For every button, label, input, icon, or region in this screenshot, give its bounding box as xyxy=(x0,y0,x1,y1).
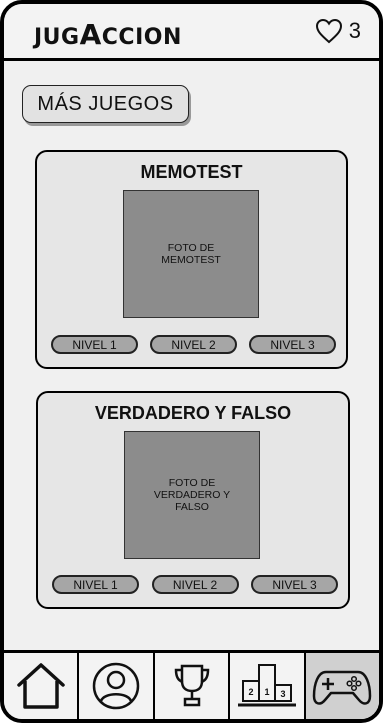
logo-text-big: A xyxy=(79,18,102,51)
game-card-verdadero-falso[interactable]: VERDADERO Y FALSO FOTO DE VERDADERO Y FA… xyxy=(36,391,350,609)
gamepad-icon xyxy=(313,670,372,705)
level-buttons: NIVEL 1 NIVEL 2 NIVEL 3 xyxy=(51,335,336,354)
game-photo-placeholder: FOTO DE MEMOTEST xyxy=(123,190,259,318)
podium-number-2: 2 xyxy=(248,687,253,697)
level-1-button[interactable]: NIVEL 1 xyxy=(51,335,138,354)
more-games-button[interactable]: MÁS JUEGOS xyxy=(22,85,189,123)
bottom-nav: 2 1 3 xyxy=(4,650,379,719)
game-photo-placeholder: FOTO DE VERDADERO Y FALSO xyxy=(124,431,260,559)
trophy-icon xyxy=(174,664,209,707)
podium-number-3: 3 xyxy=(280,689,285,699)
game-title: MEMOTEST xyxy=(140,162,243,182)
nav-trophy[interactable] xyxy=(155,653,231,719)
podium-icon: 2 1 3 xyxy=(237,664,296,707)
game-title: VERDADERO Y FALSO xyxy=(94,403,292,423)
phone-frame: JUGACCION 3 MÁS JUEGOS MEMOTEST FOTO DE … xyxy=(0,0,383,723)
level-1-button[interactable]: NIVEL 1 xyxy=(52,575,139,594)
logo-text-2: CCION xyxy=(101,25,182,50)
heart-icon xyxy=(315,18,342,44)
app-header: JUGACCION 3 xyxy=(4,4,379,61)
level-2-button[interactable]: NIVEL 2 xyxy=(150,335,237,354)
level-2-button[interactable]: NIVEL 2 xyxy=(151,575,239,594)
podium-number-1: 1 xyxy=(264,687,269,697)
lives-count: 3 xyxy=(348,18,361,43)
nav-home[interactable] xyxy=(4,653,80,719)
level-3-button[interactable]: NIVEL 3 xyxy=(249,335,336,354)
nav-ranking[interactable]: 2 1 3 xyxy=(230,653,306,719)
lives-indicator: 3 xyxy=(315,18,361,44)
profile-icon xyxy=(92,662,140,710)
home-icon xyxy=(16,663,65,709)
level-3-button[interactable]: NIVEL 3 xyxy=(251,575,338,594)
logo-text-1: JUG xyxy=(34,25,80,50)
game-card-memotest[interactable]: MEMOTEST FOTO DE MEMOTEST NIVEL 1 NIVEL … xyxy=(35,150,348,369)
level-buttons: NIVEL 1 NIVEL 2 NIVEL 3 xyxy=(52,575,338,594)
nav-games[interactable] xyxy=(305,653,379,719)
app-logo: JUGACCION xyxy=(34,18,182,51)
nav-profile[interactable] xyxy=(79,653,155,719)
